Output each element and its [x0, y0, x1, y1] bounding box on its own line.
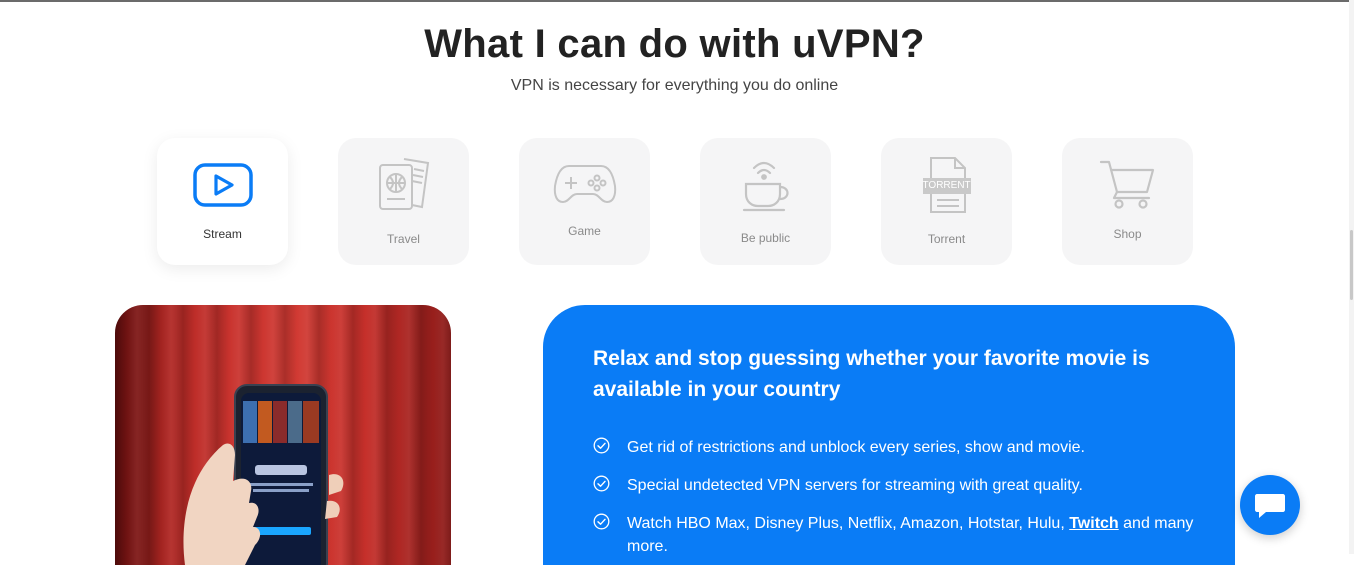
live-chat-button[interactable] — [1240, 475, 1300, 535]
twitch-link[interactable]: Twitch — [1069, 515, 1118, 532]
feature-text-part: Watch HBO Max, Disney Plus, Netflix, Ama… — [627, 515, 1070, 532]
section-subtitle: VPN is necessary for everything you do o… — [510, 77, 839, 94]
feature-item: Get rid of restrictions and unblock ever… — [593, 436, 1203, 459]
tab-game[interactable]: Game — [519, 138, 650, 265]
feature-text: Watch HBO Max, Disney Plus, Netflix, Ama… — [627, 512, 1203, 558]
tab-torrent-label: Torrent — [927, 232, 966, 246]
chat-icon — [1255, 494, 1285, 518]
tab-be-public-label: Be public — [740, 231, 791, 245]
scrollbar[interactable] — [1349, 0, 1354, 554]
check-circle-icon — [593, 475, 610, 492]
feature-text: Get rid of restrictions and unblock ever… — [627, 439, 1085, 456]
card-heading: Relax and stop guessing whether your fav… — [593, 347, 1150, 401]
tab-travel-label: Travel — [387, 232, 420, 246]
feature-item: Special undetected VPN servers for strea… — [593, 474, 1203, 497]
top-divider — [0, 0, 1349, 2]
section-title: What I can do with uVPN? — [424, 22, 925, 66]
tab-stream[interactable]: Stream — [157, 138, 288, 265]
streaming-photo — [115, 305, 451, 565]
gamepad-icon — [519, 160, 650, 208]
coffee-wifi-icon — [700, 154, 831, 214]
play-icon — [157, 162, 288, 208]
hand-with-phone-image — [183, 384, 344, 565]
passport-icon — [338, 155, 469, 213]
tab-game-label: Game — [568, 224, 601, 238]
tab-torrent[interactable]: TORRENT Torrent — [881, 138, 1012, 265]
check-circle-icon — [593, 437, 610, 454]
tab-stream-label: Stream — [203, 227, 242, 241]
feature-item: Watch HBO Max, Disney Plus, Netflix, Ama… — [593, 512, 1203, 558]
tab-travel[interactable]: Travel — [338, 138, 469, 265]
torrent-badge-text: TORRENT — [922, 180, 971, 191]
scrollbar-thumb[interactable] — [1350, 230, 1353, 300]
tab-shop[interactable]: Shop — [1062, 138, 1193, 265]
torrent-file-icon: TORRENT — [881, 156, 1012, 214]
feature-card: Relax and stop guessing whether your fav… — [543, 305, 1235, 565]
check-circle-icon — [593, 513, 610, 530]
feature-text: Special undetected VPN servers for strea… — [627, 477, 1083, 494]
tab-shop-label: Shop — [1113, 227, 1142, 241]
shopping-cart-icon — [1062, 158, 1193, 210]
tab-be-public[interactable]: Be public — [700, 138, 831, 265]
